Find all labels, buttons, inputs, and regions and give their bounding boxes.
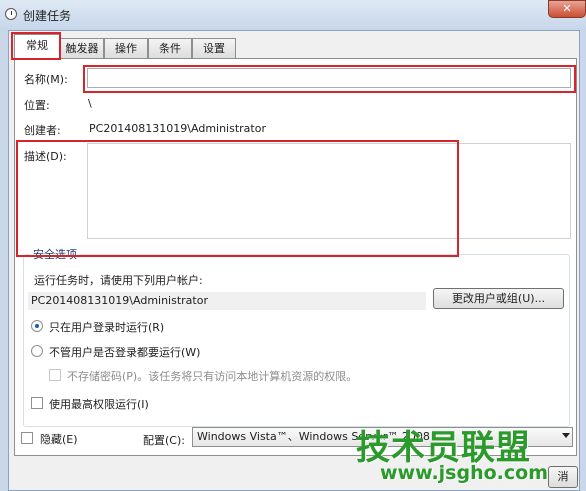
hidden-label: 隐藏(E) [40,433,78,446]
tab-actions[interactable]: 操作 [104,38,148,59]
description-label: 描述(D): [24,150,67,163]
location-value: \ [88,97,92,110]
config-label: 配置(C): [143,434,185,447]
highest-privileges-checkbox[interactable] [31,397,43,409]
tab-conditions[interactable]: 条件 [148,38,192,59]
cancel-button[interactable]: 消 [548,466,578,488]
close-icon: ✕ [562,2,572,15]
no-store-password-label: 不存储密码(P)。该任务将只有访问本地计算机资源的权限。 [67,370,358,383]
radio-whether-logged-on[interactable] [31,345,43,357]
author-value: PC201408131019\Administrator [89,122,266,135]
description-textarea[interactable] [87,143,571,239]
author-label: 创建者: [24,124,61,137]
title-bar [0,0,586,30]
tab-triggers[interactable]: 触发器 [60,38,104,59]
radio-whether-label: 不管用户是否登录都要运行(W) [49,346,201,359]
chevron-down-icon [562,433,570,438]
window-title: 创建任务 [23,9,72,23]
tab-settings[interactable]: 设置 [192,38,236,59]
run-as-prompt: 运行任务时，请使用下列用户帐户: [34,274,203,287]
radio-logged-on-label: 只在用户登录时运行(R) [49,321,165,334]
highest-privileges-label: 使用最高权限运行(I) [49,398,149,411]
tab-general[interactable]: 常规 [14,34,60,60]
security-options-title: 安全选项 [30,246,80,262]
location-label: 位置: [24,99,50,112]
change-user-button[interactable]: 更改用户或组(U)... [433,288,564,309]
close-button[interactable]: ✕ [548,0,586,18]
clock-icon [5,8,17,20]
run-as-account: PC201408131019\Administrator [28,292,426,310]
radio-logged-on[interactable] [31,320,43,332]
watermark-url: www.jsgho.com [380,462,548,484]
no-store-password-checkbox[interactable] [49,369,61,381]
name-input[interactable] [87,68,571,88]
hidden-checkbox[interactable] [21,432,33,444]
name-label: 名称(M): [24,73,68,86]
